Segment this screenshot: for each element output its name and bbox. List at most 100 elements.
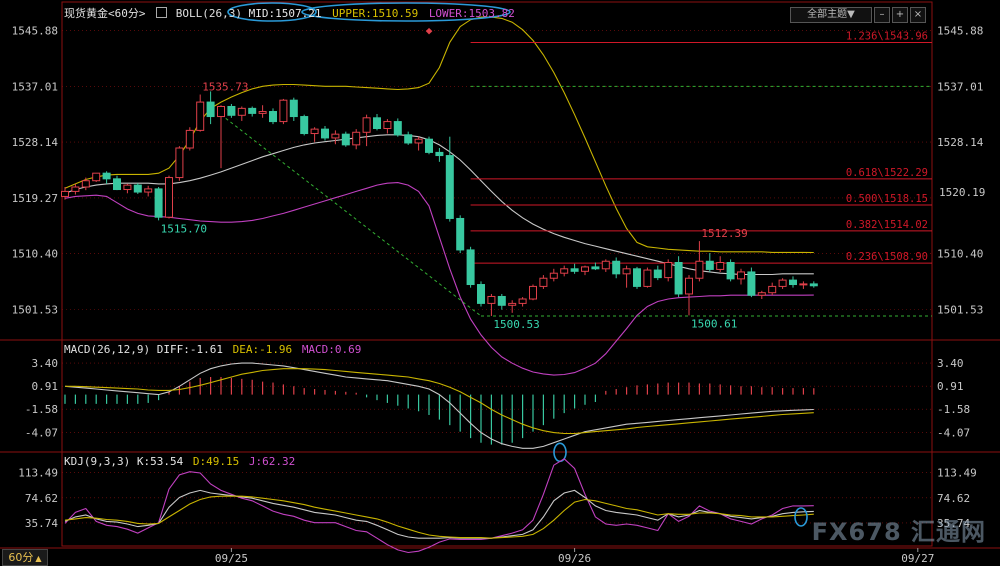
boll-lower: LOWER:1503.82 [428, 7, 515, 20]
macd-header: MACD(26,12,9) DIFF:-1.61 DEA:-1.96 MACD:… [64, 343, 361, 356]
candle-body [269, 111, 277, 123]
macd-value: MACD:0.69 [301, 343, 362, 356]
macd-tick-right: 3.40 [937, 357, 964, 370]
kdj-tick-left: 113.49 [18, 467, 58, 480]
candle-body [809, 283, 818, 287]
candle-body [529, 285, 537, 300]
triangle-up-icon: ▲ [35, 554, 42, 563]
candle-body [154, 188, 163, 218]
macd-dea: DEA:-1.96 [232, 343, 293, 356]
price-tick-right: 1545.88 [937, 24, 983, 37]
fib-label: 1.236\1543.96 [846, 31, 928, 43]
candle-body [757, 292, 766, 296]
candle-body [737, 271, 745, 280]
extreme-price-label: 1535.73 [202, 80, 248, 93]
price-tick-right: 1501.53 [937, 304, 983, 317]
candle-body [716, 262, 725, 270]
candle-body [185, 129, 194, 149]
price-header: 现货黄金<60分> BOLL(26,3) MID:1507.21 UPPER:1… [64, 5, 515, 21]
candle-body [279, 99, 288, 123]
price-tick-left: 1501.53 [12, 304, 58, 317]
watermark-logo: FX678 汇通网 [811, 518, 986, 546]
candle-body [664, 262, 673, 279]
candle-body [612, 260, 621, 275]
kdj-k-line [64, 489, 814, 539]
candle-body [581, 266, 589, 272]
macd-diff: DIFF:-1.61 [156, 343, 223, 356]
macd-tick-left: 3.40 [32, 357, 59, 370]
candle-body [237, 107, 246, 116]
period-selector[interactable]: 60分 ▲ [2, 549, 48, 566]
candle-body [487, 295, 496, 304]
axis-labels: 1545.88 1537.01 1528.14 1519.27 1510.40 1501.… [12, 24, 986, 565]
candle-body [456, 217, 465, 251]
kdj-tick-left: 35.74 [25, 517, 58, 530]
minimize-icon[interactable]: – [874, 7, 890, 23]
candle-body [133, 184, 142, 193]
extreme-price-label: 1500.53 [493, 318, 539, 331]
macd-tick-left: -1.58 [25, 403, 58, 416]
candle-body [799, 283, 808, 286]
macd-tick-right: -1.58 [937, 403, 970, 416]
candle-body [539, 277, 548, 287]
candle-body [425, 138, 433, 153]
price-tick-right: 1537.01 [937, 80, 983, 93]
candle-body [175, 147, 184, 179]
theme-menu-label: 全部主题▼ [807, 9, 855, 20]
extreme-price-label: 1500.61 [691, 317, 737, 330]
fib-label: 0.236\1508.90 [846, 251, 928, 263]
candle-body [768, 285, 777, 294]
candle-body [310, 128, 319, 135]
kdj-k: K:53.54 [136, 455, 184, 468]
kdj-tick-right: 74.62 [937, 492, 970, 505]
theme-menu-button[interactable]: 全部主题▼ [790, 7, 872, 23]
candle-body [123, 184, 132, 191]
kdj-d: D:49.15 [192, 455, 240, 468]
last-price-label: 1520.19 [939, 186, 985, 199]
time-label: 09/25 [215, 552, 248, 565]
candle-body [352, 131, 361, 146]
candle-body [258, 111, 267, 114]
macd-label: MACD(26,12,9) [64, 343, 151, 356]
kdj-d-line [64, 495, 814, 539]
price-annotations: 1535.73 1515.70 1500.53 1512.39 1500.61 ◆ [161, 24, 748, 331]
candle-body [206, 101, 215, 118]
price-candles [61, 91, 818, 316]
macd-tick-right: -4.07 [937, 426, 970, 439]
candle-body [300, 116, 309, 135]
boll-mid: MID:1507.21 [248, 7, 322, 20]
boll-icon [156, 7, 168, 18]
candle-body [570, 268, 579, 272]
candle-body [196, 101, 205, 131]
fib-label: 0.382\1514.02 [846, 219, 928, 231]
candle-body [466, 249, 475, 286]
candle-body [321, 128, 329, 139]
candle-body [591, 266, 600, 270]
candle-body [445, 155, 454, 219]
candle-body [508, 302, 517, 306]
period-label: 60分 [8, 551, 34, 564]
price-tick-left: 1537.01 [12, 80, 58, 93]
macd-tick-right: 0.91 [937, 380, 964, 393]
kdj-tick-left: 74.62 [25, 492, 58, 505]
plus-icon[interactable]: + [892, 7, 908, 23]
candle-body [102, 172, 111, 180]
kdj-j: J:62.32 [248, 455, 296, 468]
candle-body [633, 268, 641, 287]
candle-body [227, 105, 236, 116]
close-icon[interactable]: × [910, 7, 926, 23]
time-label: 09/27 [901, 552, 934, 565]
kdj-highlight-circle [794, 507, 808, 527]
kline-chart: 1.236\1543.96 0.618\1522.29 0.500\1518.15 0… [0, 1, 1000, 565]
candle-body [341, 133, 350, 146]
candle-body [497, 295, 506, 306]
boll-label: BOLL(26,3) [175, 7, 242, 20]
candle-body [518, 298, 527, 304]
trend-dashed-line [220, 114, 482, 317]
time-label: 09/26 [558, 552, 591, 565]
price-tick-left: 1510.40 [12, 248, 58, 261]
fib-label: 0.500\1518.15 [846, 193, 928, 205]
price-tick-left: 1519.27 [12, 192, 58, 205]
candle-body [601, 260, 610, 270]
candle-body [414, 138, 423, 144]
